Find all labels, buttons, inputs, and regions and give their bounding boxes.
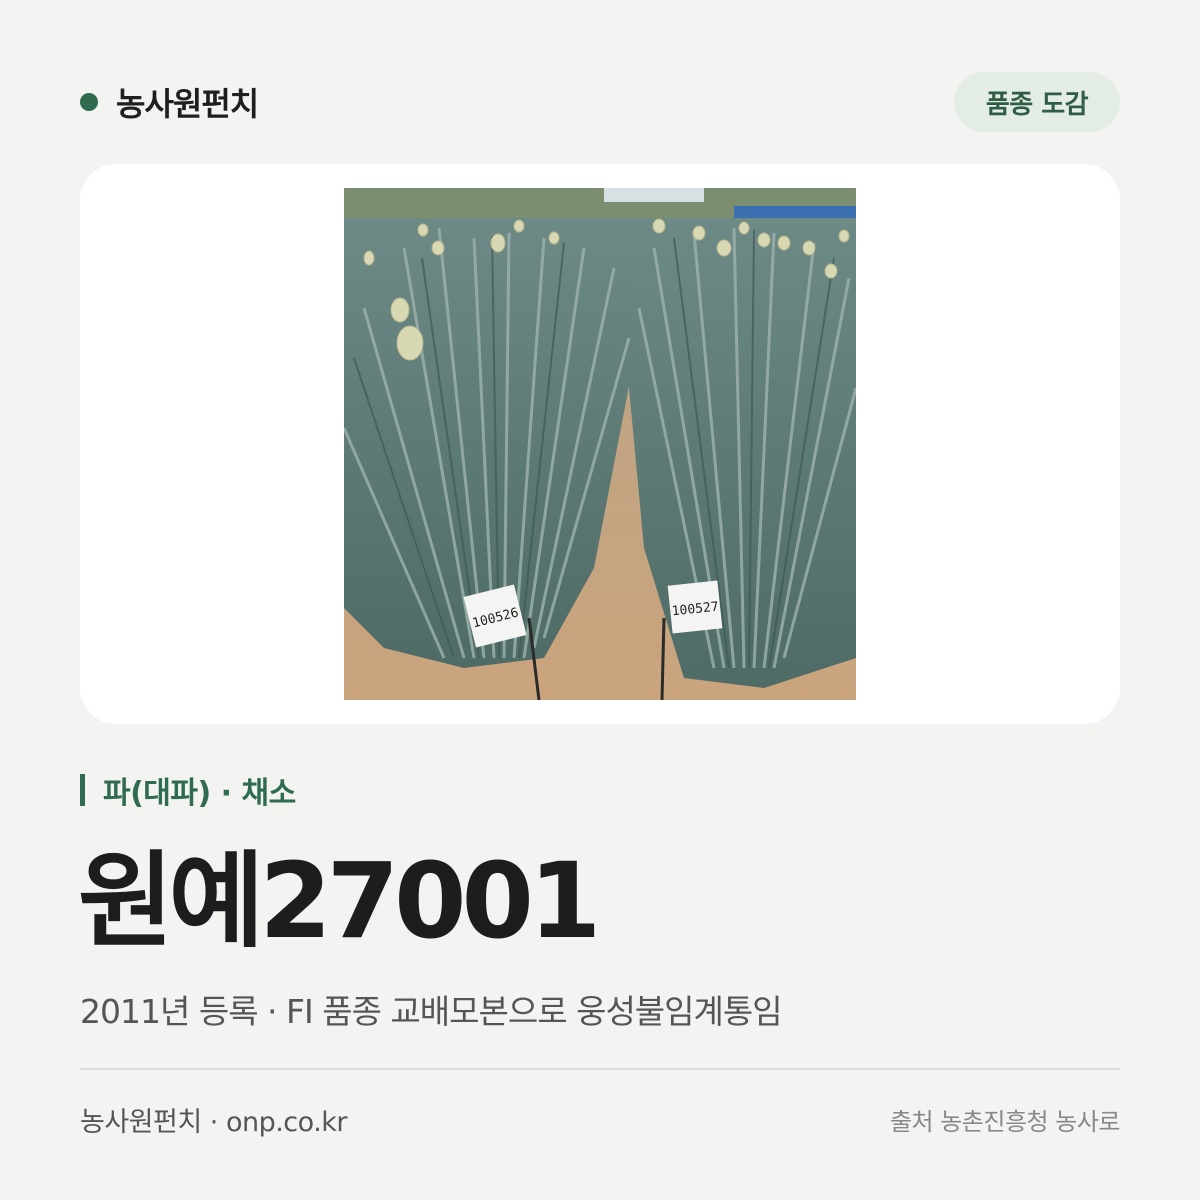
- divider: [80, 1068, 1120, 1070]
- brand-dot-icon: [80, 93, 98, 111]
- category-label: 파(대파) · 채소: [80, 770, 296, 811]
- variety-description: 2011년 등록 · FI 품종 교배모본으로 웅성불임계통임: [80, 992, 783, 1031]
- catalog-badge: 품종 도감: [954, 72, 1120, 132]
- image-card: 100526 100527: [80, 164, 1120, 724]
- brand: 농사원펀치: [80, 82, 259, 123]
- category-text: 파(대파) · 채소: [103, 776, 296, 811]
- variety-name: 원예27001: [78, 840, 601, 962]
- category-bar: [80, 774, 85, 806]
- green-onion-photo: 100526 100527: [344, 188, 856, 700]
- variety-card-page: 농사원펀치 품종 도감 100526 100527 파(대파) · 채소 원예2…: [0, 0, 1200, 1200]
- plant-tag-right: 100527: [667, 580, 723, 634]
- footer-source: 출처 농촌진흥청 농사로: [889, 1108, 1121, 1136]
- brand-name: 농사원펀치: [116, 85, 259, 123]
- footer-site: 농사원펀치 · onp.co.kr: [80, 1107, 348, 1138]
